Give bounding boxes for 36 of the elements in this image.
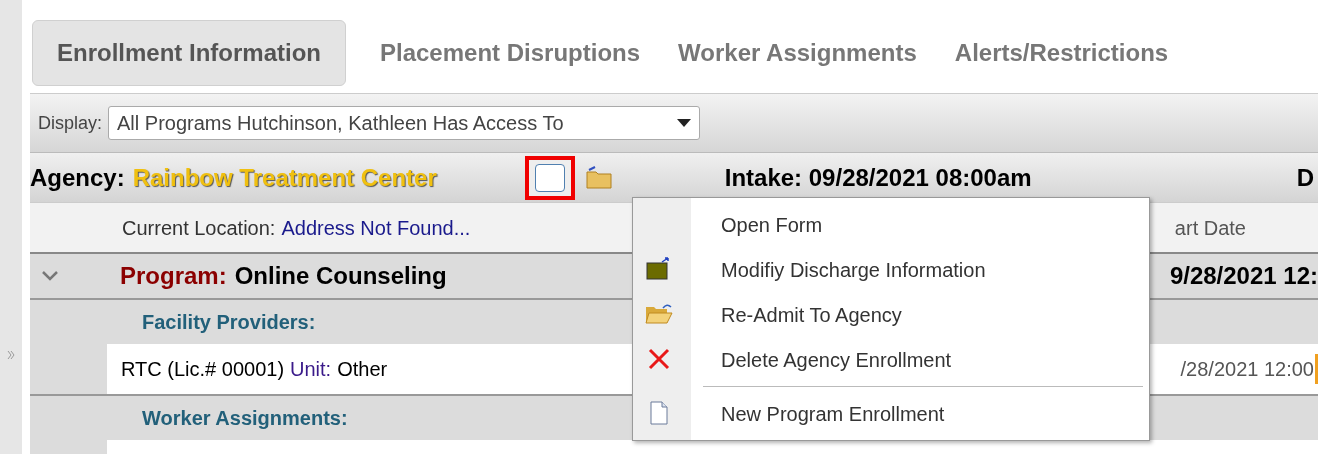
tab[interactable]: Placement Disruptions	[376, 19, 645, 86]
menu-item[interactable]: Delete Agency Enrollment	[691, 337, 1149, 382]
options-button[interactable]	[524, 155, 575, 200]
menu-item[interactable]: Re-Admit To Agency	[691, 292, 1149, 337]
menu-item[interactable]: Open Form	[691, 202, 1149, 247]
program-name: Online Counseling	[234, 261, 447, 291]
section-title: Worker Assignments:	[142, 406, 348, 431]
provider-date: /28/2021 12:00	[1180, 354, 1318, 384]
program-date: 9/28/2021 12:	[1169, 261, 1318, 291]
column-heading: art Date	[1174, 215, 1246, 241]
unit-label: Unit:	[290, 357, 332, 382]
folder-icon	[646, 257, 672, 281]
tab[interactable]: Worker Assignments	[674, 19, 921, 86]
tab[interactable]: Enrollment Information	[32, 19, 346, 86]
section-title: Facility Providers:	[142, 310, 316, 335]
location-label: Current Location:	[122, 215, 276, 241]
provider-text: RTC (Lic.# 00001)	[121, 357, 285, 382]
open-folder-icon	[645, 302, 673, 326]
agency-label: Agency:	[30, 162, 125, 193]
program-select[interactable]: All Programs Hutchinson, Kathleen Has Access To	[108, 106, 701, 140]
menu-item[interactable]: New Program Enrollment	[691, 391, 1149, 436]
expand-icon[interactable]	[7, 350, 15, 360]
address-link[interactable]: Address Not Found...	[281, 212, 471, 243]
folder-icon[interactable]	[584, 165, 615, 190]
page-icon	[649, 401, 669, 425]
intake-date: Intake: 09/28/2021 08:00am	[724, 162, 1032, 193]
tab[interactable]: Alerts/Restrictions	[950, 19, 1173, 86]
menu-item[interactable]: Modifiy Discharge Information	[691, 247, 1149, 292]
agency-name: Rainbow Treatment Center	[132, 162, 437, 193]
program-label: Program:	[120, 261, 227, 291]
unit-value: Other	[337, 357, 388, 382]
display-label: Display:	[38, 111, 103, 135]
collapse-chevron[interactable]	[40, 271, 60, 281]
dropdown-caret-icon	[677, 119, 692, 127]
column-heading: D	[1296, 162, 1314, 193]
close-icon	[647, 347, 671, 371]
